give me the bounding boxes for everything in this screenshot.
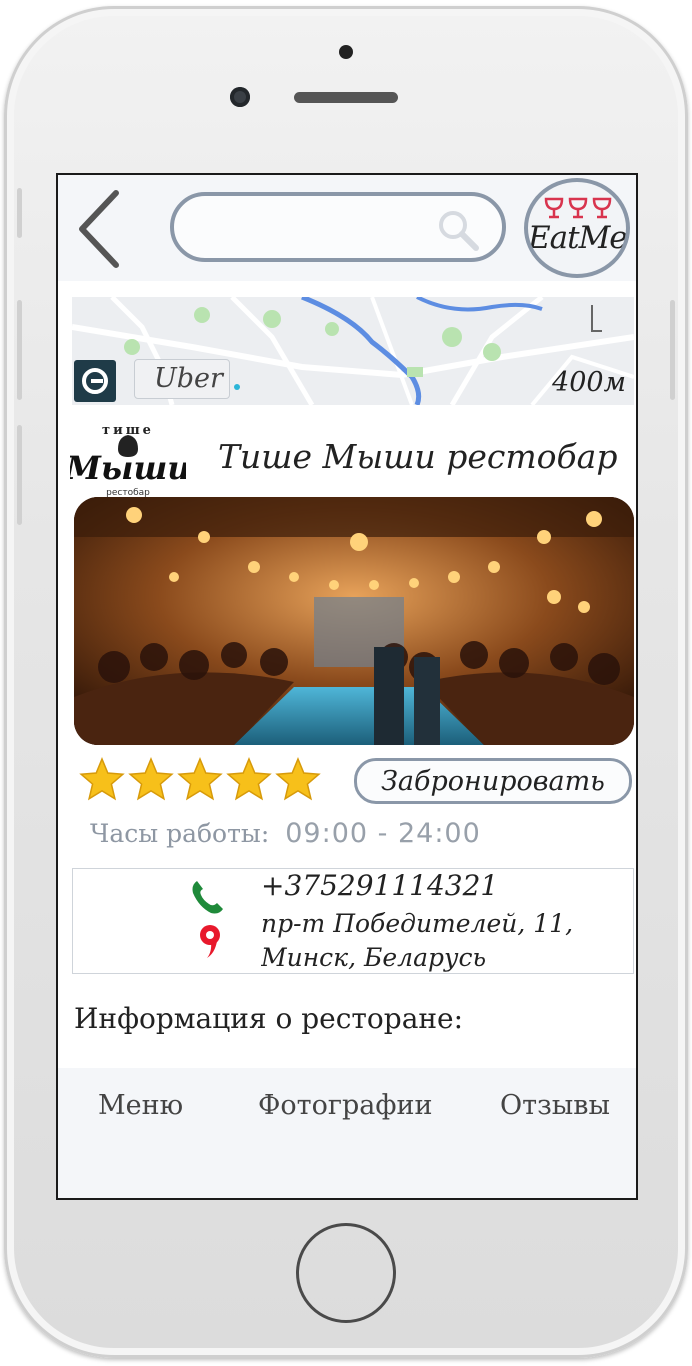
proximity-sensor <box>339 45 353 59</box>
phone-number[interactable]: +375291114321 <box>261 869 498 902</box>
restaurant-photo[interactable] <box>74 497 634 745</box>
back-button[interactable] <box>72 189 134 269</box>
home-button[interactable] <box>296 1223 396 1323</box>
star-icon <box>79 757 125 801</box>
info-heading: Информация о ресторане: <box>74 1002 464 1035</box>
uber-label[interactable]: Uber <box>154 363 223 394</box>
tab-photos[interactable]: Фотографии <box>258 1090 433 1121</box>
uber-icon[interactable] <box>74 360 116 402</box>
app-screen: EatMe Uber 400м тише Мыши рестобар Тише … <box>56 173 638 1200</box>
hours-label: Часы работы: <box>90 819 270 848</box>
rating-stars <box>78 755 324 805</box>
tab-menu[interactable]: Меню <box>98 1090 183 1121</box>
wine-glasses-icon <box>544 197 612 219</box>
contact-card: +375291114321 пр-т Победителей, 11, Минс… <box>72 868 634 974</box>
map-pin-icon[interactable] <box>195 923 225 959</box>
opening-hours: Часы работы: 09:00 - 24:00 <box>90 818 481 849</box>
volume-up-button <box>17 300 22 400</box>
star-icon <box>177 757 223 801</box>
mute-switch <box>17 188 22 238</box>
volume-down-button <box>17 425 22 525</box>
search-box[interactable] <box>170 192 506 262</box>
search-input[interactable] <box>192 206 426 248</box>
top-bar: EatMe <box>58 175 636 281</box>
brand-logo-text: EatMe <box>528 220 627 256</box>
chevron-left-icon <box>79 190 119 268</box>
star-icon <box>275 757 321 801</box>
map-preview[interactable]: Uber 400м <box>72 297 634 405</box>
book-table-button[interactable]: Забронировать <box>354 758 632 804</box>
earpiece-speaker <box>294 92 398 103</box>
front-camera <box>230 87 250 107</box>
hours-value: 09:00 - 24:00 <box>285 818 481 849</box>
tab-reviews[interactable]: Отзывы <box>500 1090 610 1121</box>
logo-text-main: Мыши <box>70 449 186 487</box>
star-icon <box>226 757 272 801</box>
star-icon <box>128 757 174 801</box>
brand-logo[interactable]: EatMe <box>524 178 630 278</box>
search-icon[interactable] <box>436 208 480 252</box>
restaurant-logo: тише Мыши рестобар <box>64 421 190 499</box>
distance-label: 400м <box>552 367 626 398</box>
power-button <box>670 300 675 400</box>
bottom-tabs: Меню Фотографии Отзывы <box>58 1068 636 1198</box>
address[interactable]: пр-т Победителей, 11, Минск, Беларусь <box>261 907 621 975</box>
phone-icon[interactable] <box>189 877 227 915</box>
restaurant-name: Тише Мыши рестобар <box>218 437 618 476</box>
